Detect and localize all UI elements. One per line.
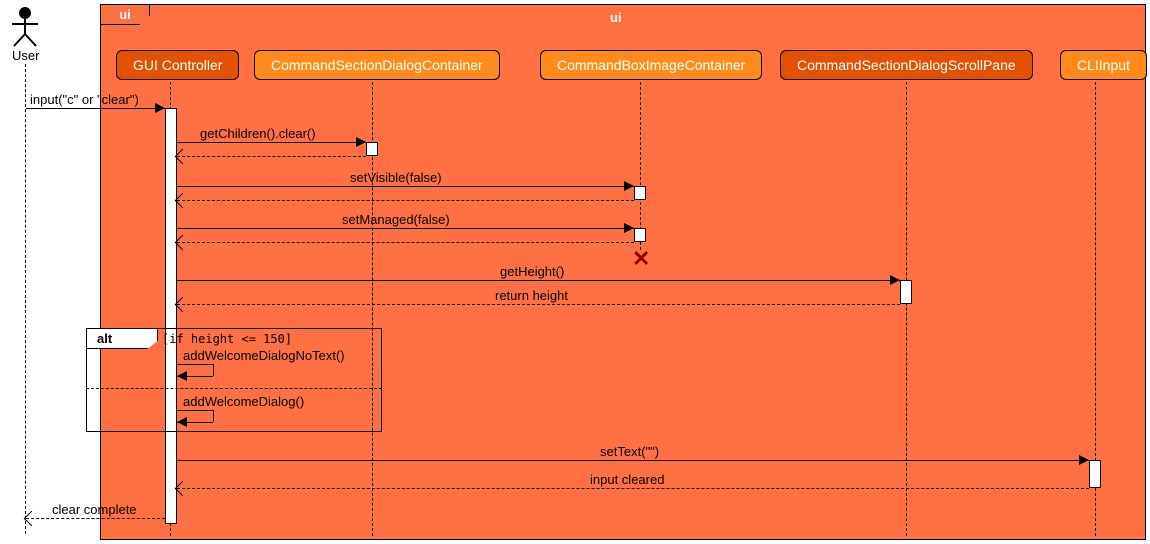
msg-getheight-label: getHeight()	[500, 264, 564, 279]
ui-frame-tag: ui	[100, 4, 150, 25]
activation-csdsp	[900, 280, 912, 304]
msg-addnotext-label: addWelcomeDialogNoText()	[183, 348, 345, 363]
msg-input-head	[155, 103, 165, 113]
alt-separator	[86, 388, 382, 389]
msg-getchildren-return	[177, 156, 366, 157]
msg-addnotext-side	[213, 364, 214, 376]
msg-inputcleared-label: input cleared	[590, 472, 664, 487]
alt-frame-tag: alt	[86, 328, 158, 349]
destroy-cbic-icon: ✕	[632, 248, 650, 270]
msg-getheight-head	[890, 275, 900, 285]
msg-settext-head	[1079, 455, 1089, 465]
alt-guard: [if height <= 150]	[162, 332, 292, 346]
msg-input-line	[26, 108, 165, 109]
msg-input-label: input("c" or "clear")	[30, 92, 139, 107]
activation-csdc	[366, 142, 378, 156]
msg-clearcomplete-head	[24, 511, 40, 527]
participant-gui: GUI Controller	[116, 50, 239, 80]
ui-frame-label: ui	[119, 7, 131, 22]
activation-cbic-2	[634, 228, 646, 242]
msg-setmanaged-return	[177, 242, 634, 243]
msg-addnotext-head	[177, 371, 187, 381]
msg-setmanaged-line	[177, 228, 634, 229]
msg-settext-label: setText("")	[600, 444, 659, 459]
msg-clearcomplete-label: clear complete	[52, 502, 137, 517]
activation-cli	[1089, 460, 1101, 488]
msg-addwelcome-top	[177, 410, 213, 411]
msg-clearcomplete-line	[26, 518, 165, 519]
activation-cbic-1	[634, 186, 646, 200]
msg-getchildren-line	[177, 142, 366, 143]
msg-returnheight-label: return height	[495, 288, 568, 303]
msg-setvisible-label: setVisible(false)	[350, 170, 442, 185]
ui-frame-title-center: ui	[610, 10, 622, 25]
actor-user-icon	[10, 6, 40, 48]
participant-cli: CLIInput	[1060, 50, 1147, 80]
msg-returnheight-line	[177, 304, 900, 305]
msg-getchildren-label: getChildren().clear()	[200, 126, 316, 141]
msg-setvisible-line	[177, 186, 634, 187]
lifeline-cbic	[640, 82, 641, 250]
msg-addwelcome-side	[213, 410, 214, 422]
lifeline-user	[25, 64, 26, 534]
msg-setvisible-return	[177, 200, 634, 201]
msg-addwelcome-label: addWelcomeDialog()	[183, 394, 304, 409]
msg-getchildren-head	[356, 137, 366, 147]
msg-inputcleared-line	[177, 488, 1089, 489]
msg-setmanaged-head	[624, 223, 634, 233]
lifeline-csdsp	[906, 82, 907, 536]
activation-gui	[165, 108, 177, 524]
msg-getheight-line	[177, 280, 900, 281]
participant-csdsp: CommandSectionDialogScrollPane	[780, 50, 1033, 80]
msg-setvisible-head	[624, 181, 634, 191]
msg-setmanaged-label: setManaged(false)	[342, 212, 450, 227]
actor-user-label: User	[12, 48, 39, 63]
participant-cbic: CommandBoxImageContainer	[540, 50, 762, 80]
msg-addnotext-top	[177, 364, 213, 365]
msg-settext-line	[177, 460, 1089, 461]
participant-csdc: CommandSectionDialogContainer	[254, 50, 500, 80]
msg-addwelcome-head	[177, 417, 187, 427]
